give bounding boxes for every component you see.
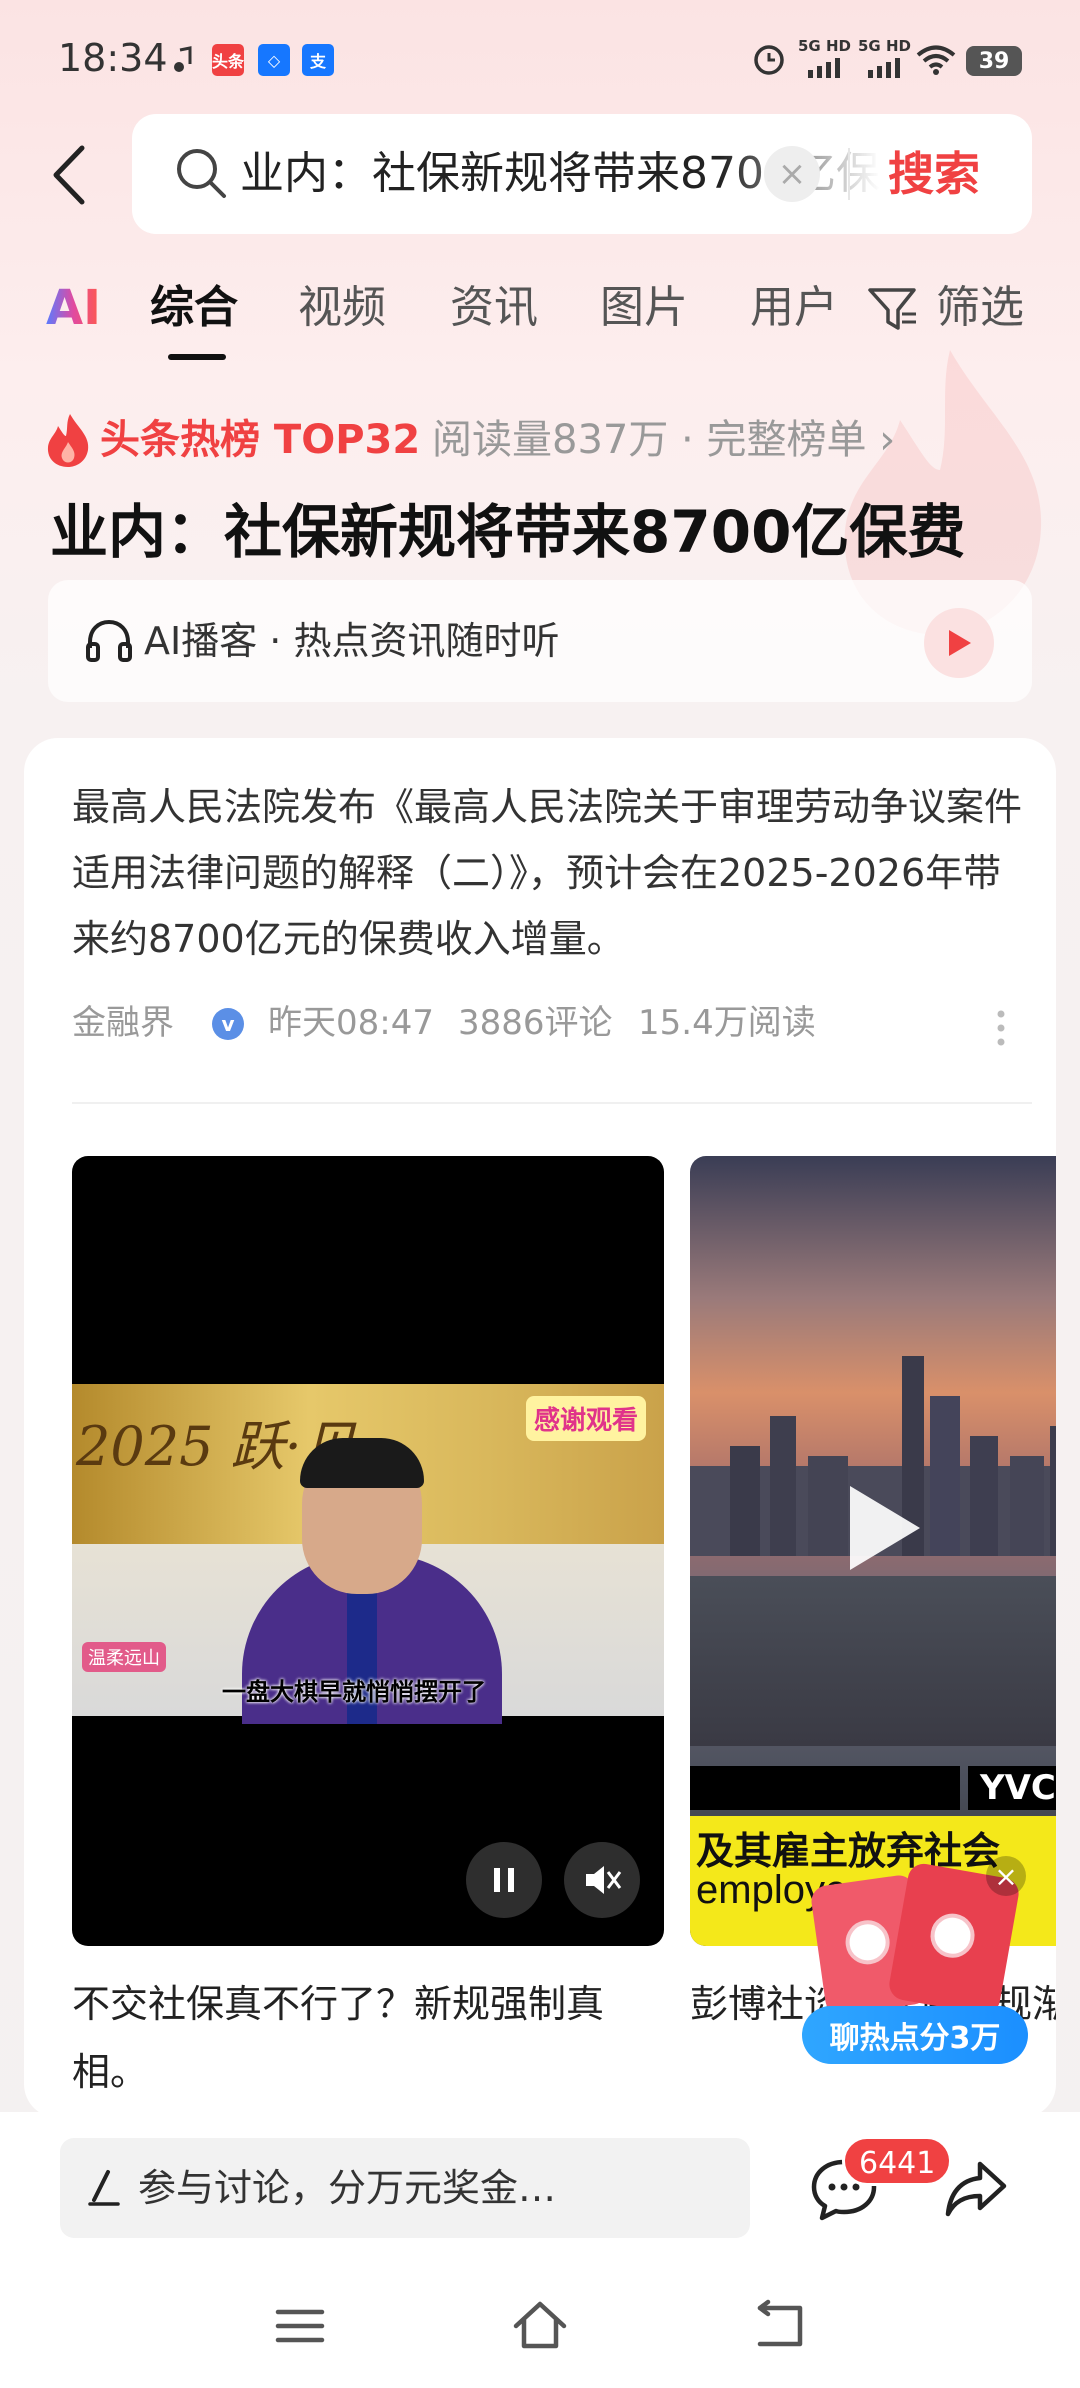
- ai-podcast-bar[interactable]: AI播客 · 热点资讯随时听: [48, 580, 1032, 702]
- search-box[interactable]: 业内：社保新规将带来8700亿保费 × 搜索: [132, 114, 1032, 234]
- play-icon: [949, 630, 971, 656]
- tab-video[interactable]: 视频: [298, 278, 386, 338]
- headphones-icon: [84, 616, 134, 666]
- promo-label: 聊热点分3万: [802, 2006, 1028, 2064]
- clear-search-button[interactable]: ×: [764, 146, 820, 202]
- comment-placeholder: 参与讨论，分万元奖金…: [138, 2166, 557, 2210]
- red-packet-promo[interactable]: × 聊热点分3万: [800, 1840, 1040, 2070]
- status-bar: 18:34 头条 ◇ 支 5G HD 5G HD 39: [0, 0, 1080, 110]
- status-time: 18:34: [58, 36, 168, 80]
- bottom-action-bar: 参与讨论，分万元奖金… 6441: [0, 2112, 1080, 2268]
- podcast-play-button[interactable]: [924, 608, 994, 678]
- video-1-frame: 2025 跃·见 感谢观看 温柔远山 一盘大棋早就悄悄摆开了: [72, 1384, 664, 1724]
- search-divider: [848, 148, 850, 200]
- menu-icon[interactable]: [270, 2296, 330, 2356]
- video-1-person-hair: [300, 1438, 424, 1488]
- verified-icon: v: [212, 1008, 244, 1040]
- share-icon[interactable]: [944, 2156, 1008, 2220]
- tab-ai[interactable]: AI: [46, 278, 101, 338]
- back-arrow-icon: [53, 145, 85, 205]
- tab-images[interactable]: 图片: [600, 278, 688, 338]
- active-tab-indicator: [168, 354, 226, 360]
- video-player-2[interactable]: YVC 及其雇主放弃社会 employe wai: [690, 1156, 1056, 1946]
- tab-news[interactable]: 资讯: [450, 278, 538, 338]
- home-icon[interactable]: [510, 2296, 570, 2356]
- signal-2-icon: [866, 56, 906, 78]
- tab-comprehensive[interactable]: 综合: [150, 278, 238, 338]
- article-reads: 15.4万阅读: [638, 1003, 816, 1043]
- article-comments: 3886评论: [458, 1003, 613, 1043]
- hot-rank-row[interactable]: 头条热榜 TOP32 阅读量837万 · 完整榜单 ›: [44, 410, 1044, 470]
- video-2-play-icon[interactable]: [850, 1486, 920, 1570]
- filter-button[interactable]: 筛选: [936, 278, 1024, 338]
- close-icon: ×: [777, 154, 807, 194]
- video-1-thanks-sticker: 感谢观看: [526, 1396, 647, 1441]
- mute-button[interactable]: [564, 1842, 640, 1918]
- pause-button[interactable]: [466, 1842, 542, 1918]
- page-title: 业内：社保新规将带来8700亿保费: [50, 498, 966, 566]
- signal-1-label: 5G HD: [798, 37, 851, 55]
- alarm-icon: [752, 42, 786, 76]
- hot-rank-meta[interactable]: 阅读量837万 · 完整榜单 ›: [432, 410, 895, 470]
- more-options-icon[interactable]: [996, 1008, 1006, 1048]
- video-1-subtitle: 一盘大棋早就悄悄摆开了: [222, 1678, 486, 1706]
- video-1-channel-tag: 温柔远山: [82, 1642, 166, 1672]
- battery-indicator: 39: [966, 46, 1022, 76]
- back-button[interactable]: [44, 140, 94, 210]
- video-2-caption-bar: [690, 1766, 960, 1810]
- video-2-sea: [690, 1576, 1056, 1746]
- back-nav-icon[interactable]: [750, 2296, 810, 2356]
- toutiao-icon: 头条: [212, 44, 244, 76]
- pen-icon: [86, 2168, 122, 2208]
- article-summary[interactable]: 最高人民法院发布《最高人民法院关于审理劳动争议案件适用法律问题的解释（二）》，预…: [72, 774, 1032, 972]
- alipay-icon: 支: [302, 44, 334, 76]
- article-source[interactable]: 金融界: [72, 998, 174, 1048]
- tab-users[interactable]: 用户: [750, 278, 838, 338]
- video-2-channel-tag: YVC: [968, 1766, 1056, 1810]
- search-submit-button[interactable]: 搜索: [888, 140, 980, 208]
- filter-icon[interactable]: [866, 284, 920, 334]
- search-icon: [172, 144, 232, 204]
- system-navigation-bar: [0, 2268, 1080, 2388]
- flame-icon: [44, 412, 92, 468]
- alipay-ai-icon: ◇: [258, 44, 290, 76]
- video-player-1[interactable]: 2025 跃·见 感谢观看 温柔远山 一盘大棋早就悄悄摆开了: [72, 1156, 664, 1946]
- pause-icon: [494, 1868, 514, 1892]
- promo-close-button[interactable]: ×: [986, 1856, 1026, 1896]
- signal-2-label: 5G HD: [858, 37, 911, 55]
- video-1-title[interactable]: 不交社保真不行了？新规强制真相。: [72, 1970, 672, 2106]
- signal-1-icon: [806, 56, 846, 78]
- comment-count-badge: 6441: [842, 2136, 953, 2186]
- hot-rank-label: 头条热榜 TOP32: [100, 417, 421, 463]
- podcast-text: AI播客 · 热点资讯随时听: [144, 619, 560, 663]
- wifi-icon: [916, 44, 956, 76]
- comment-input[interactable]: 参与讨论，分万元奖金…: [60, 2138, 750, 2238]
- card-divider: [72, 1102, 1032, 1104]
- muted-speaker-icon: [586, 1866, 622, 1894]
- notification-music-icon: [172, 46, 194, 74]
- article-time: 昨天08:47: [268, 1003, 434, 1043]
